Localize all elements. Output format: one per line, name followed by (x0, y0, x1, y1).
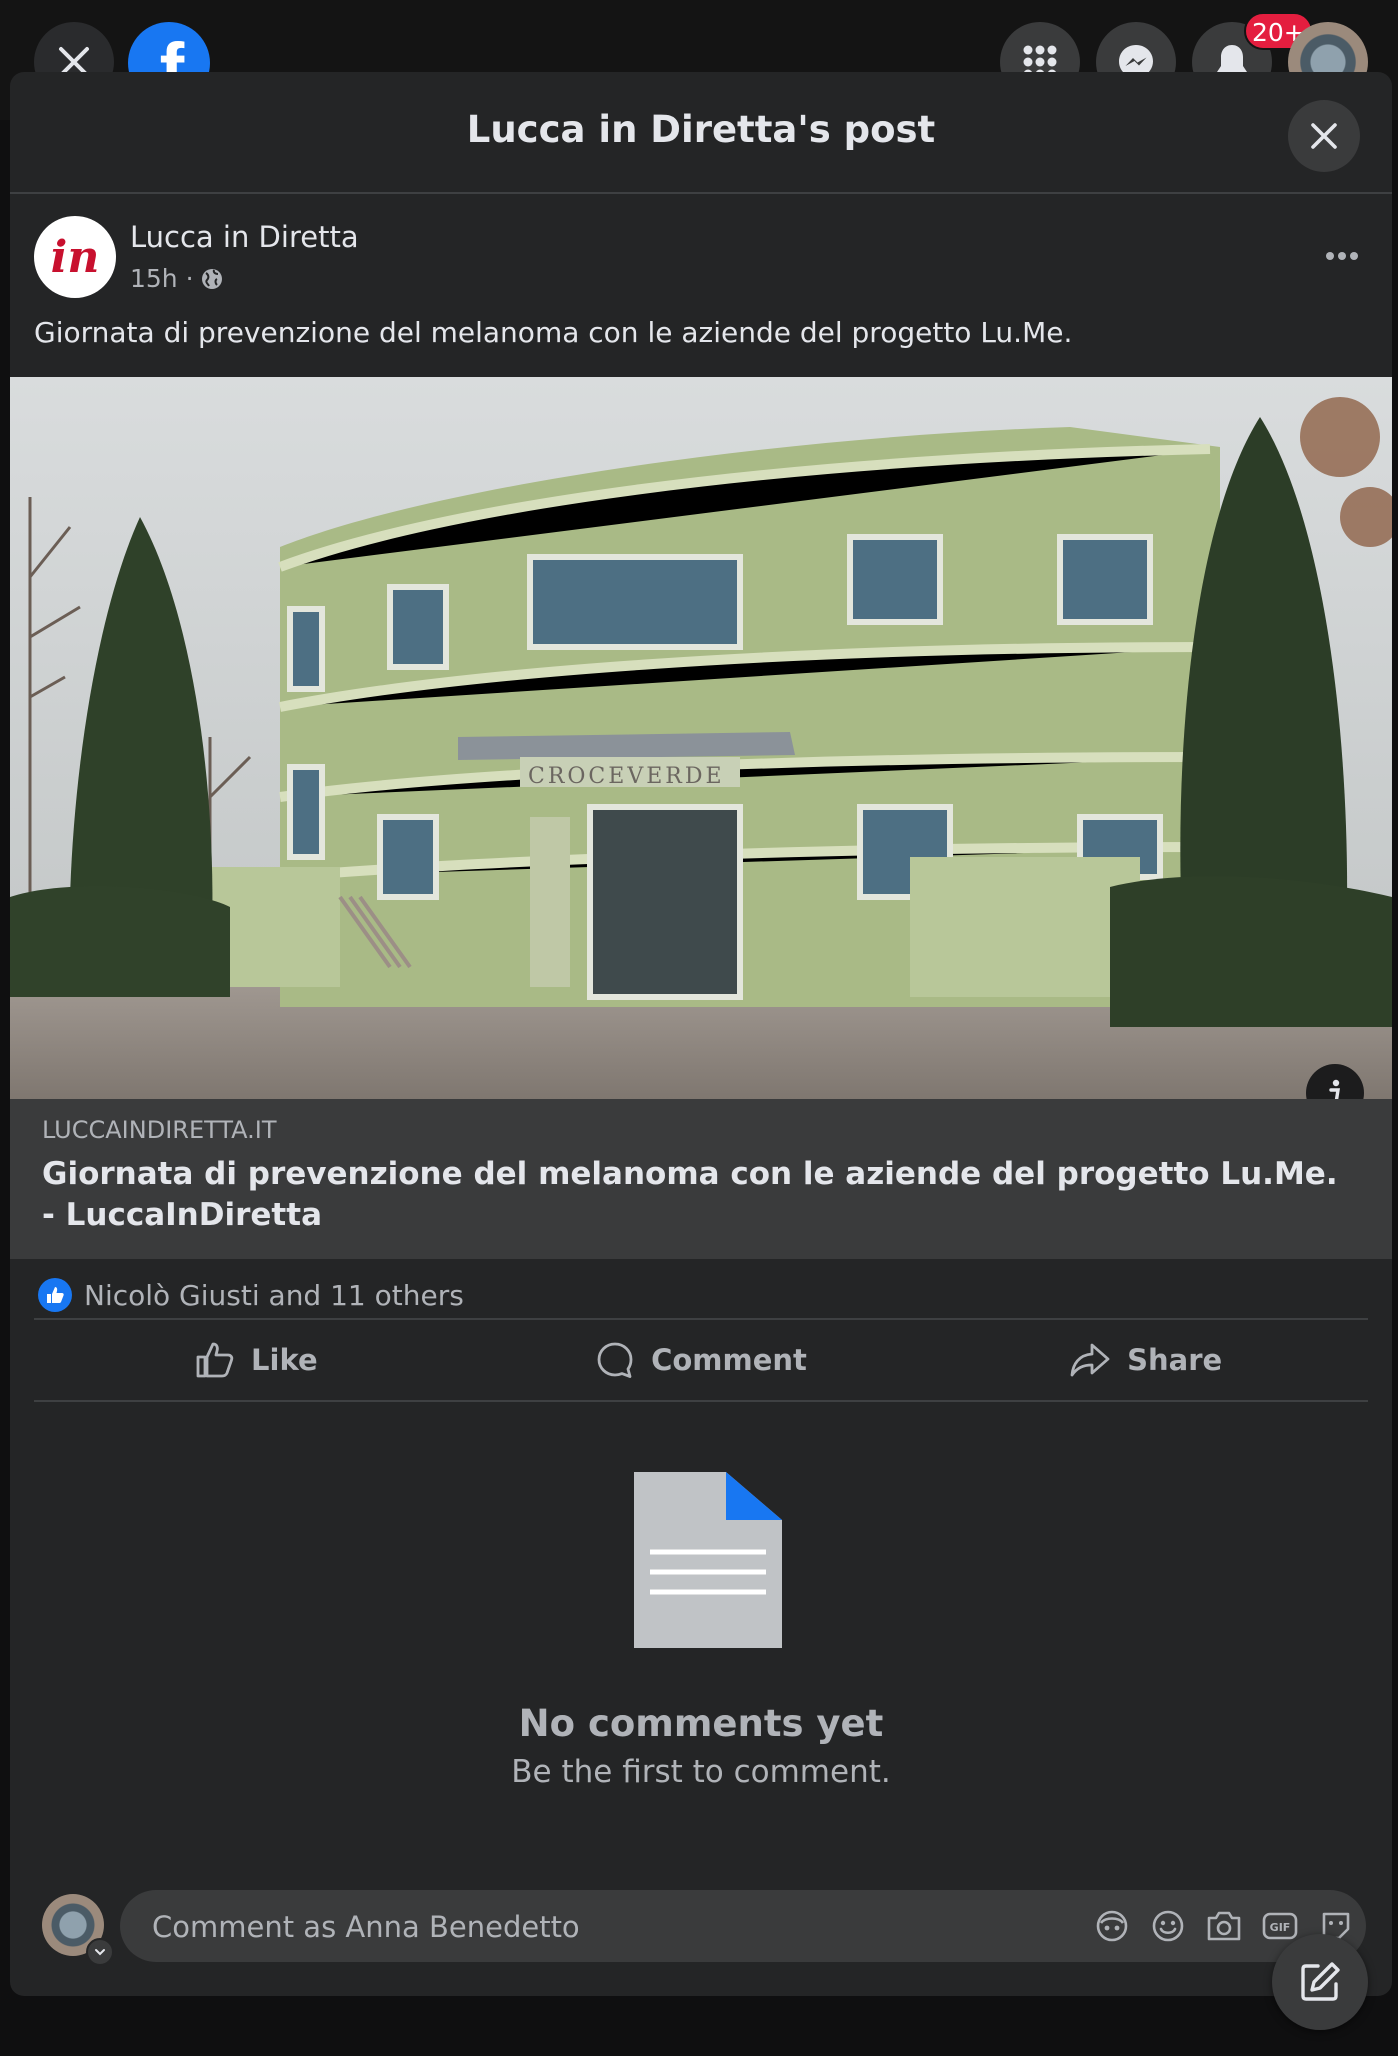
gif-button[interactable]: GIF (1262, 1908, 1298, 1944)
thumbs-up-icon (196, 1342, 234, 1378)
comment-composer: GIF (120, 1890, 1366, 1964)
link-preview-image[interactable]: CROCEVERDE (10, 377, 1392, 1099)
emoji-icon (1152, 1910, 1184, 1942)
share-label: Share (1127, 1343, 1223, 1377)
like-reaction-icon (38, 1278, 72, 1312)
comment-input[interactable] (150, 1890, 954, 1964)
dialog-header: Lucca in Diretta's post (10, 72, 1392, 194)
post-text: Giornata di prevenzione del melanoma con… (34, 316, 1073, 349)
post-time[interactable]: 15h · (130, 264, 194, 293)
post-meta: 15h · (130, 264, 224, 293)
empty-comments-icon (634, 1472, 782, 1652)
share-icon (1070, 1343, 1110, 1377)
avatar-sticker-button[interactable] (1094, 1908, 1130, 1944)
divider (34, 1400, 1368, 1402)
more-horizontal-icon (1326, 252, 1358, 260)
share-button[interactable]: Share (923, 1320, 1368, 1400)
page-avatar-logo: in (50, 231, 100, 283)
post-author[interactable]: Lucca in Diretta (130, 220, 359, 254)
dialog-title: Lucca in Diretta's post (466, 108, 936, 151)
avatar-sticker-icon (1096, 1910, 1128, 1942)
page-avatar[interactable]: in (34, 216, 116, 298)
link-domain: LUCCAINDIRETTA.IT (42, 1116, 277, 1144)
new-message-button[interactable] (1272, 1934, 1368, 2030)
post-actions: Like Comment Share (34, 1320, 1368, 1400)
empty-comments-title: No comments yet (518, 1702, 884, 1745)
commenter-switch-caret[interactable] (86, 1938, 114, 1966)
emoji-button[interactable] (1150, 1908, 1186, 1944)
building-photo: CROCEVERDE (10, 377, 1392, 1099)
reactions-summary[interactable]: Nicolò Giusti and 11 others (38, 1278, 464, 1312)
camera-icon (1207, 1911, 1241, 1941)
post-options-button[interactable] (1312, 236, 1372, 276)
building-sign: CROCEVERDE (528, 764, 725, 789)
like-label: Like (251, 1343, 318, 1377)
comment-label: Comment (651, 1343, 807, 1377)
photo-button[interactable] (1206, 1908, 1242, 1944)
empty-comments-subtitle: Be the first to comment. (511, 1754, 891, 1790)
gif-label: GIF (1270, 1921, 1291, 1934)
reactions-text[interactable]: Nicolò Giusti and 11 others (84, 1279, 464, 1312)
globe-icon (201, 268, 222, 289)
comment-icon (597, 1342, 633, 1378)
chevron-down-icon (95, 1949, 105, 1956)
close-icon (1311, 123, 1337, 149)
link-title[interactable]: Giornata di prevenzione del melanoma con… (42, 1154, 1342, 1236)
comment-button[interactable]: Comment (479, 1320, 924, 1400)
close-dialog-button[interactable] (1288, 100, 1360, 172)
like-button[interactable]: Like (34, 1320, 479, 1400)
compose-icon (1301, 1962, 1340, 2001)
post-dialog: Lucca in Diretta's post in Lucca in Dire… (10, 72, 1392, 1996)
gif-icon: GIF (1262, 1912, 1298, 1940)
